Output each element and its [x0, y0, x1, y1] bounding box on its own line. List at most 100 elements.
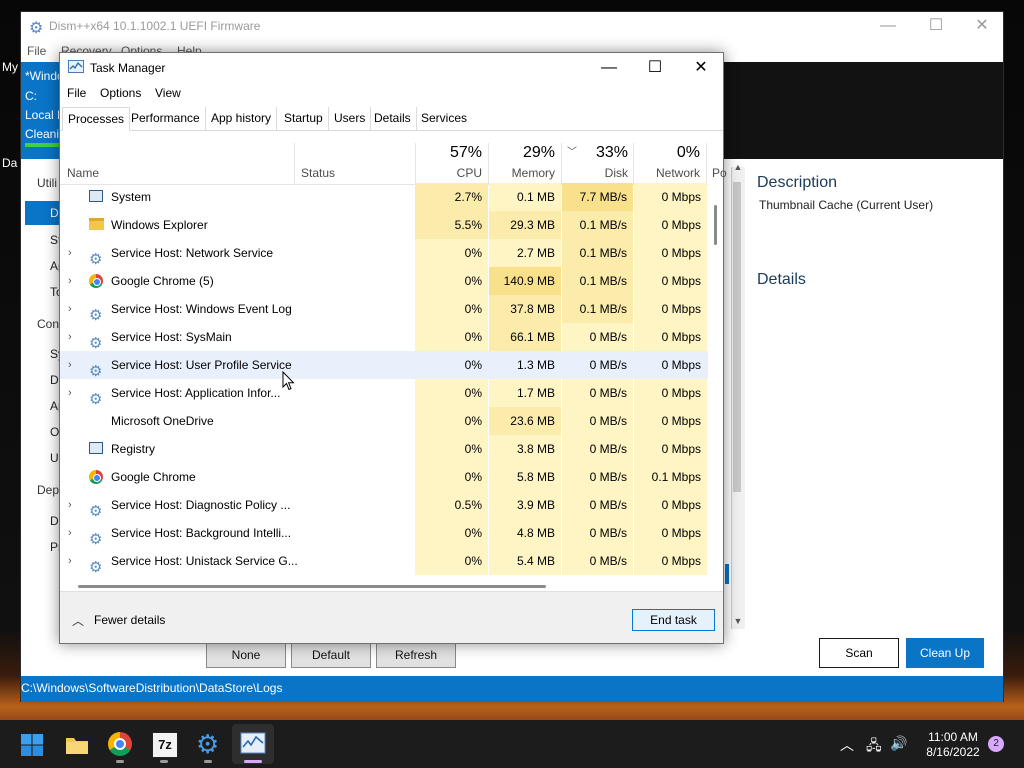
- taskbar-clock[interactable]: 11:00 AM 8/16/2022: [910, 730, 996, 760]
- process-network: 0 Mbps: [634, 239, 707, 267]
- clock-date: 8/16/2022: [926, 745, 980, 759]
- table-row[interactable]: › ⚙ Service Host: Windows Event Log 0% 3…: [60, 295, 708, 323]
- process-name: Service Host: SysMain: [111, 330, 232, 344]
- expand-chevron-icon[interactable]: [68, 183, 78, 211]
- 7zip-icon[interactable]: 7z: [152, 732, 178, 758]
- column-network-header[interactable]: Network: [633, 166, 700, 180]
- tm-menu-options[interactable]: Options: [100, 86, 141, 100]
- process-memory: 3.9 MB: [489, 491, 561, 519]
- chrome-icon: [89, 470, 105, 484]
- table-row[interactable]: › ⚙ Service Host: Diagnostic Policy ... …: [60, 491, 708, 519]
- column-name-header[interactable]: Name: [67, 166, 99, 180]
- expand-chevron-icon[interactable]: [68, 463, 78, 491]
- table-row[interactable]: › ⚙ Service Host: User Profile Service 0…: [60, 351, 708, 379]
- chrome-icon[interactable]: [108, 732, 134, 758]
- expand-chevron-icon[interactable]: [68, 211, 78, 239]
- clean-up-button[interactable]: Clean Up: [906, 638, 984, 668]
- tab-processes[interactable]: Processes: [62, 107, 131, 131]
- desktop-label-da: Da: [2, 156, 18, 170]
- tm-menu-view[interactable]: View: [155, 86, 181, 100]
- network-icon[interactable]: 🖧: [866, 735, 882, 759]
- table-row[interactable]: › ⚙ Service Host: Application Infor... 0…: [60, 379, 708, 407]
- memory-total-percent[interactable]: 29%: [488, 144, 555, 162]
- column-status-header[interactable]: Status: [301, 166, 335, 180]
- expand-chevron-icon[interactable]: ›: [68, 519, 78, 547]
- column-disk-header[interactable]: Disk: [561, 166, 628, 180]
- tm-minimize-button[interactable]: —: [586, 53, 632, 83]
- column-memory-header[interactable]: Memory: [488, 166, 555, 180]
- chevron-up-icon[interactable]: ︿: [72, 612, 84, 629]
- table-row[interactable]: › ⚙ Service Host: Background Intelli... …: [60, 519, 708, 547]
- process-cpu: 0%: [415, 379, 488, 407]
- default-button[interactable]: Default: [291, 642, 371, 668]
- volume-icon[interactable]: 🔊: [890, 735, 907, 752]
- table-row[interactable]: › ⚙ Service Host: Network Service 0% 2.7…: [60, 239, 708, 267]
- dism-maximize-button[interactable]: ☐: [913, 12, 959, 42]
- tab-performance[interactable]: Performance: [126, 107, 206, 130]
- process-memory: 1.7 MB: [489, 379, 561, 407]
- process-list-scrollbar-thumb[interactable]: [714, 205, 717, 245]
- tab-startup[interactable]: Startup: [279, 107, 329, 130]
- tm-close-button[interactable]: ✕: [678, 53, 724, 83]
- table-row[interactable]: Registry 0% 3.8 MB 0 MB/s 0 Mbps: [60, 435, 708, 463]
- table-row[interactable]: › Google Chrome (5) 0% 140.9 MB 0.1 MB/s…: [60, 267, 708, 295]
- process-list-hscrollbar-thumb[interactable]: [78, 585, 546, 588]
- table-row[interactable]: Microsoft OneDrive 0% 23.6 MB 0 MB/s 0 M…: [60, 407, 708, 435]
- none-button[interactable]: None: [206, 642, 286, 668]
- tab-services[interactable]: Services: [416, 107, 472, 130]
- sidebar-header-utilities: Utili: [37, 176, 57, 190]
- process-disk: 0 MB/s: [562, 519, 633, 547]
- process-disk: 0.1 MB/s: [562, 267, 633, 295]
- table-row[interactable]: › ⚙ Service Host: SysMain 0% 66.1 MB 0 M…: [60, 323, 708, 351]
- start-icon[interactable]: [20, 733, 44, 757]
- dism-minimize-button[interactable]: —: [865, 12, 911, 42]
- expand-chevron-icon[interactable]: ›: [68, 351, 78, 379]
- process-memory: 2.7 MB: [489, 239, 561, 267]
- expand-chevron-icon[interactable]: ›: [68, 295, 78, 323]
- process-disk: 0 MB/s: [562, 323, 633, 351]
- folder-icon: [89, 218, 105, 232]
- tab-details[interactable]: Details: [369, 107, 417, 130]
- process-network: 0 Mbps: [634, 295, 707, 323]
- table-row[interactable]: System 2.7% 0.1 MB 7.7 MB/s 0 Mbps: [60, 183, 708, 211]
- expand-chevron-icon[interactable]: ›: [68, 323, 78, 351]
- end-task-button[interactable]: End task: [632, 609, 715, 631]
- dism-menu-file[interactable]: File: [27, 44, 46, 58]
- process-memory: 29.3 MB: [489, 211, 561, 239]
- tm-menu-file[interactable]: File: [67, 86, 86, 100]
- dism-list-scrollbar-thumb[interactable]: [733, 182, 741, 492]
- tab-users[interactable]: Users: [329, 107, 372, 130]
- expand-chevron-icon[interactable]: ›: [68, 379, 78, 407]
- expand-chevron-icon[interactable]: ›: [68, 239, 78, 267]
- dism-close-button[interactable]: ✕: [959, 12, 1005, 42]
- expand-chevron-icon[interactable]: ›: [68, 547, 78, 575]
- expand-chevron-icon[interactable]: ›: [68, 491, 78, 519]
- dism-scroll-down-icon[interactable]: ▼: [731, 616, 745, 630]
- expand-chevron-icon[interactable]: [68, 435, 78, 463]
- scan-button[interactable]: Scan: [819, 638, 899, 668]
- process-network: 0 Mbps: [634, 435, 707, 463]
- expand-chevron-icon[interactable]: [68, 407, 78, 435]
- file-explorer-icon[interactable]: [64, 732, 90, 758]
- fewer-details-link[interactable]: Fewer details: [94, 613, 165, 627]
- network-total-percent[interactable]: 0%: [633, 144, 700, 162]
- process-name: Registry: [111, 442, 156, 456]
- column-power-header[interactable]: Po: [712, 166, 727, 180]
- tab-app-history[interactable]: App history: [206, 107, 278, 130]
- table-row[interactable]: Google Chrome 0% 5.8 MB 0 MB/s 0.1 Mbps: [60, 463, 708, 491]
- dism-icon[interactable]: ⚙: [196, 731, 222, 758]
- table-row[interactable]: › ⚙ Service Host: Unistack Service G... …: [60, 547, 708, 575]
- expand-chevron-icon[interactable]: ›: [68, 267, 78, 295]
- column-cpu-header[interactable]: CPU: [415, 166, 482, 180]
- disk-total-percent[interactable]: 33%: [561, 144, 628, 162]
- refresh-button[interactable]: Refresh: [376, 642, 456, 668]
- chevron-up-tray-icon[interactable]: ︿: [840, 735, 854, 755]
- notification-badge[interactable]: 2: [988, 736, 1004, 752]
- cpu-total-percent[interactable]: 57%: [415, 144, 482, 162]
- process-name: Google Chrome (5): [111, 274, 214, 288]
- tm-maximize-button[interactable]: ☐: [632, 53, 678, 83]
- task-manager-taskbar-icon[interactable]: [240, 732, 266, 758]
- table-row[interactable]: Windows Explorer 5.5% 29.3 MB 0.1 MB/s 0…: [60, 211, 708, 239]
- session-progress-bar: [25, 143, 61, 147]
- dism-scroll-up-icon[interactable]: ▲: [731, 162, 745, 176]
